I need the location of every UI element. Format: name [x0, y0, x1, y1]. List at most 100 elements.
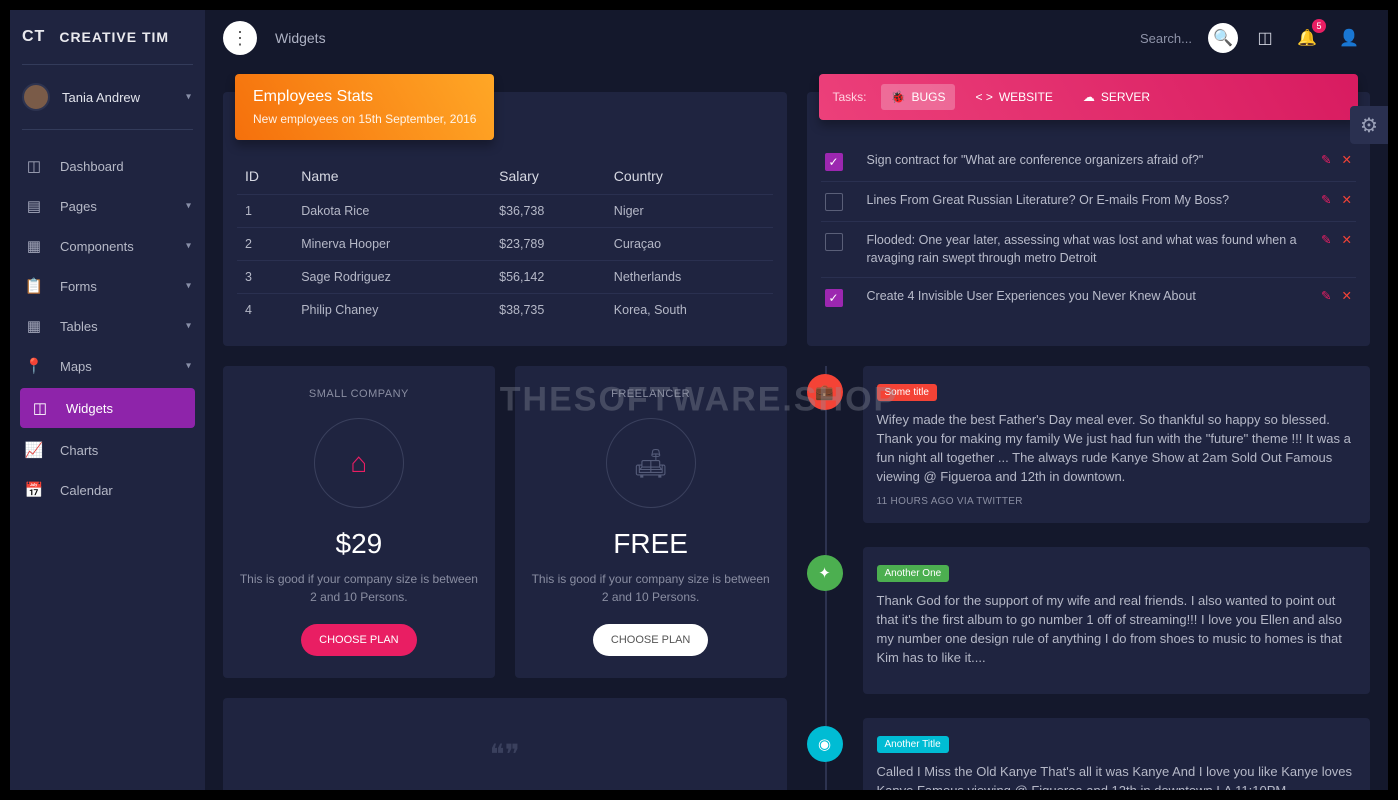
cell-id: 3 [237, 261, 293, 294]
choose-plan-button[interactable]: CHOOSE PLAN [301, 624, 416, 656]
close-icon[interactable]: ✕ [1342, 288, 1352, 303]
edit-icon[interactable]: ✎ [1321, 152, 1331, 167]
employees-title: Employees Stats [253, 88, 476, 106]
timeline-card: Some title Wifey made the best Father's … [863, 366, 1371, 523]
quote-card: ❝❞ [223, 698, 787, 790]
timeline-text: Called I Miss the Old Kanye That's all i… [877, 763, 1357, 790]
task-text: Sign contract for "What are conference o… [867, 152, 1322, 170]
search-input[interactable]: Search... [1140, 31, 1192, 46]
components-icon: ▦ [24, 237, 44, 255]
pricing-price: $29 [239, 528, 479, 560]
checkbox[interactable]: ✓ [825, 153, 843, 171]
timeline-dot-icon: ◉ [807, 726, 843, 762]
nav-label: Dashboard [60, 159, 124, 174]
close-icon[interactable]: ✕ [1342, 232, 1352, 247]
bugs-icon: 🐞 [891, 90, 906, 104]
col-header: Country [606, 158, 773, 195]
sidebar-item-calendar[interactable]: 📅Calendar [10, 470, 205, 510]
nav-label: Maps [60, 359, 92, 374]
cell-name: Sage Rodriguez [293, 261, 491, 294]
timeline-item: ◉ Another Title Called I Miss the Old Ka… [863, 718, 1371, 790]
timeline: 💼 Some title Wifey made the best Father'… [807, 366, 1371, 790]
pricing-icon: ⌂ [314, 418, 404, 508]
cell-id: 4 [237, 294, 293, 327]
timeline-item: ✦ Another One Thank God for the support … [863, 547, 1371, 693]
employees-table: IDNameSalaryCountry 1Dakota Rice$36,738N… [237, 158, 773, 326]
menu-button[interactable]: ⋮ [223, 21, 257, 55]
account-icon[interactable]: 👤 [1334, 23, 1364, 53]
user-name: Tania Andrew [62, 90, 140, 105]
tab-server[interactable]: ☁ SERVER [1073, 84, 1160, 110]
nav-label: Components [60, 239, 134, 254]
table-row: 2Minerva Hooper$23,789Curaçao [237, 228, 773, 261]
task-row: Lines From Great Russian Literature? Or … [821, 182, 1357, 222]
sidebar-item-components[interactable]: ▦ Components ▾ [10, 226, 205, 266]
timeline-card: Another One Thank God for the support of… [863, 547, 1371, 693]
checkbox[interactable] [825, 193, 843, 211]
notification-icon[interactable]: 🔔5 [1292, 23, 1322, 53]
checkbox[interactable]: ✓ [825, 289, 843, 307]
pricing-category: SMALL COMPANY [239, 388, 479, 400]
choose-plan-button[interactable]: CHOOSE PLAN [593, 624, 708, 656]
timeline-tag: Some title [877, 384, 937, 401]
divider [22, 129, 193, 130]
chevron-down-icon: ▾ [186, 92, 191, 103]
edit-icon[interactable]: ✎ [1321, 288, 1331, 303]
dashboard-icon[interactable]: ◫ [1250, 23, 1280, 53]
chevron-down-icon: ▾ [186, 201, 191, 212]
charts-icon: 📈 [24, 441, 44, 459]
tab-website[interactable]: < > WEBSITE [965, 84, 1062, 110]
brand[interactable]: CT CREATIVE TIM [10, 10, 205, 58]
brand-name: CREATIVE TIM [59, 29, 169, 45]
nav-label: Pages [60, 199, 97, 214]
table-row: 4Philip Chaney$38,735Korea, South [237, 294, 773, 327]
pricing-icon: 🛋 [606, 418, 696, 508]
sidebar-item-pages[interactable]: ▤Pages▾ [10, 186, 205, 226]
nav-label: Widgets [66, 401, 113, 416]
checkbox[interactable] [825, 233, 843, 251]
widgets-icon: ◫ [30, 399, 50, 417]
page-title: Widgets [275, 30, 326, 46]
close-icon[interactable]: ✕ [1342, 152, 1352, 167]
tab-label: SERVER [1101, 90, 1150, 104]
sidebar-item-widgets[interactable]: ◫ Widgets [20, 388, 195, 428]
tab-bugs[interactable]: 🐞BUGS [881, 84, 956, 110]
cell-name: Minerva Hooper [293, 228, 491, 261]
timeline-tag: Another One [877, 565, 950, 582]
chevron-down-icon: ▾ [186, 321, 191, 332]
sidebar-item-charts[interactable]: 📈 Charts [10, 430, 205, 470]
close-icon[interactable]: ✕ [1342, 192, 1352, 207]
search-button[interactable]: 🔍 [1208, 23, 1238, 53]
nav: ◫Dashboard▤Pages▾▦Components▾📋Forms▾▦Tab… [10, 136, 205, 520]
employees-card: Employees Stats New employees on 15th Se… [223, 92, 787, 346]
nav-label: Calendar [60, 483, 113, 498]
cell-salary: $23,789 [491, 228, 606, 261]
cell-salary: $38,735 [491, 294, 606, 327]
server-icon: ☁ [1083, 90, 1095, 104]
timeline-tag: Another Title [877, 736, 949, 753]
cell-country: Netherlands [606, 261, 773, 294]
timeline-meta: 11 HOURS AGO VIA TWITTER [877, 496, 1357, 507]
settings-gear-icon[interactable]: ⚙ [1350, 106, 1388, 144]
sidebar-item-maps[interactable]: 📍Maps▾ [10, 346, 205, 386]
chevron-down-icon: ▾ [186, 281, 191, 292]
cell-name: Dakota Rice [293, 195, 491, 228]
table-row: 1Dakota Rice$36,738Niger [237, 195, 773, 228]
website-icon: < > [975, 90, 992, 104]
timeline-dot-icon: ✦ [807, 555, 843, 591]
edit-icon[interactable]: ✎ [1321, 192, 1331, 207]
timeline-dot-icon: 💼 [807, 374, 843, 410]
nav-label: Charts [60, 443, 98, 458]
edit-icon[interactable]: ✎ [1321, 232, 1331, 247]
sidebar-item-dashboard[interactable]: ◫Dashboard [10, 146, 205, 186]
tab-label: WEBSITE [999, 90, 1053, 104]
topbar: ⋮ Widgets Search... 🔍 ◫ 🔔5 👤 [205, 10, 1388, 66]
employees-header: Employees Stats New employees on 15th Se… [235, 74, 494, 140]
chevron-down-icon: ▾ [186, 241, 191, 252]
sidebar-item-tables[interactable]: ▦Tables▾ [10, 306, 205, 346]
pricing-category: FREELANCER [531, 388, 771, 400]
cell-country: Curaçao [606, 228, 773, 261]
nav-label: Tables [60, 319, 98, 334]
user-toggle[interactable]: Tania Andrew ▾ [10, 71, 205, 123]
sidebar-item-forms[interactable]: 📋Forms▾ [10, 266, 205, 306]
